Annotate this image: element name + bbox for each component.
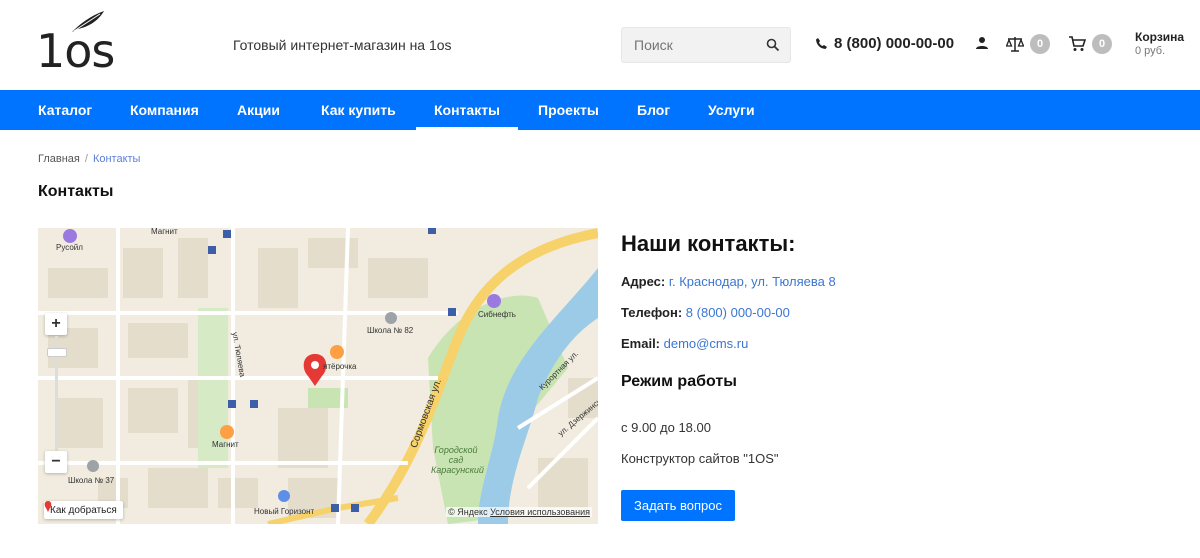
- phone-icon: [816, 38, 827, 49]
- zoom-in-button[interactable]: +: [45, 313, 67, 335]
- hours-value: с 9.00 до 18.00: [621, 420, 711, 435]
- contacts-panel: Наши контакты: Адрес: г. Краснодар, ул. …: [621, 228, 1181, 521]
- contact-address: Адрес: г. Краснодар, ул. Тюляева 8: [621, 274, 836, 289]
- contact-phone: Телефон: 8 (800) 000-00-00: [621, 305, 790, 320]
- nav-item-blog[interactable]: Блог: [637, 90, 670, 130]
- email-label: Email:: [621, 336, 661, 351]
- nav-item-promotions[interactable]: Акции: [237, 90, 280, 130]
- email-value[interactable]: demo@cms.ru: [664, 336, 749, 351]
- map-label-new-horizon: Новый Горизонт: [254, 507, 315, 516]
- builder-text: Конструктор сайтов "1OS": [621, 451, 779, 466]
- yandex-copyright: © Яндекс: [448, 507, 488, 517]
- nav-item-company[interactable]: Компания: [130, 90, 199, 130]
- nav-item-contacts[interactable]: Контакты: [415, 90, 519, 130]
- search-box[interactable]: [621, 27, 791, 63]
- nav-item-services[interactable]: Услуги: [708, 90, 755, 130]
- tagline: Готовый интернет-магазин на 1os: [233, 37, 452, 53]
- zoom-out-button[interactable]: −: [45, 451, 67, 473]
- phone-value[interactable]: 8 (800) 000-00-00: [686, 305, 790, 320]
- nav-item-catalog[interactable]: Каталог: [38, 90, 92, 130]
- contacts-title: Наши контакты:: [621, 231, 796, 256]
- address-label: Адрес:: [621, 274, 666, 289]
- terms-link[interactable]: Условия использования: [490, 507, 590, 517]
- logo-text: 1os: [36, 24, 115, 78]
- address-value[interactable]: г. Краснодар, ул. Тюляева 8: [669, 274, 836, 289]
- search-input[interactable]: [634, 37, 754, 53]
- contact-email: Email: demo@cms.ru: [621, 336, 748, 351]
- zoom-slider-thumb[interactable]: [47, 348, 67, 357]
- nav-item-how-to-buy[interactable]: Как купить: [321, 90, 396, 130]
- route-label: Как добраться: [50, 504, 117, 516]
- breadcrumb: Главная / Контакты: [38, 153, 140, 165]
- phone-label: Телефон:: [621, 305, 683, 320]
- map-canvas: [38, 228, 598, 524]
- compare-button[interactable]: 0: [1006, 34, 1050, 54]
- map-copyright: © Яндекс Условия использования: [446, 507, 592, 517]
- route-button[interactable]: Как добраться: [44, 501, 123, 519]
- ask-question-button[interactable]: Задать вопрос: [621, 490, 735, 521]
- phone-number: 8 (800) 000-00-00: [834, 35, 955, 52]
- page-title: Контакты: [38, 183, 114, 200]
- map-label-magnit-bottom: Магнит: [212, 440, 239, 449]
- compare-count-badge: 0: [1030, 34, 1050, 54]
- user-icon[interactable]: [975, 36, 989, 50]
- map-label-school-37: Школа № 37: [68, 476, 115, 485]
- map-label-school-82: Школа № 82: [367, 326, 414, 335]
- breadcrumb-current: Контакты: [92, 153, 141, 165]
- nav-item-projects[interactable]: Проекты: [538, 90, 599, 130]
- map-label-magnit-top: Магнит: [151, 228, 178, 236]
- header-phone[interactable]: 8 (800) 000-00-00: [815, 35, 954, 52]
- cart-title: Корзина: [1135, 30, 1185, 44]
- logo[interactable]: 1os: [36, 10, 116, 80]
- compare-scales-icon: [1006, 37, 1024, 52]
- map-label-pyaterochka: ятёрочка: [323, 362, 357, 371]
- map-label-park: Городской сад Карасунский: [431, 445, 484, 475]
- yandex-map[interactable]: Русойл Магнит Школа № 82 Сибнефть ятёроч…: [38, 228, 598, 524]
- cart-button[interactable]: 0: [1068, 34, 1112, 54]
- map-label-rusoil: Русойл: [56, 243, 83, 252]
- search-icon[interactable]: [766, 38, 780, 52]
- map-label-sibneft: Сибнефть: [478, 310, 516, 319]
- cart-sum: 0 руб.: [1135, 45, 1166, 57]
- cart-count-badge: 0: [1092, 34, 1112, 54]
- header: 1os Готовый интернет-магазин на 1os 8 (8…: [0, 0, 1200, 90]
- hours-title: Режим работы: [621, 373, 737, 390]
- cart-icon: [1069, 36, 1086, 51]
- breadcrumb-home[interactable]: Главная: [38, 153, 80, 165]
- cart-summary[interactable]: Корзина 0 руб.: [1135, 30, 1184, 58]
- map-pin-icon: [44, 501, 52, 512]
- breadcrumb-separator: /: [84, 153, 88, 165]
- main-nav: Каталог Компания Акции Как купить Контак…: [0, 90, 1200, 130]
